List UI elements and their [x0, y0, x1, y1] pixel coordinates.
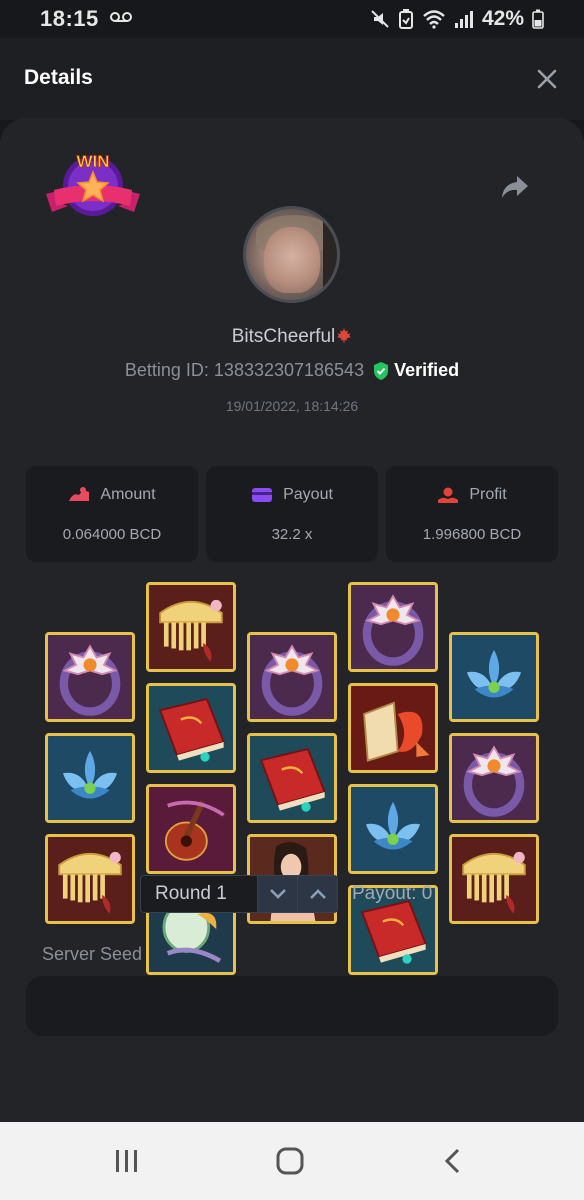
- page-title: Details: [24, 66, 93, 89]
- slot-symbol-ring: [449, 733, 539, 823]
- battery-saver-icon: [398, 9, 413, 29]
- betting-id: Betting ID: 138332307186543: [124, 360, 365, 380]
- slot-symbol-fish-scroll: [348, 683, 438, 773]
- slot-symbol-comb: [449, 834, 539, 924]
- slot-symbol-lotus: [348, 784, 438, 874]
- mute-icon: [371, 10, 389, 28]
- slot-symbol-comb: [45, 834, 135, 924]
- slot-symbol-ring: [247, 632, 337, 722]
- maple-leaf-icon: [337, 328, 352, 343]
- betting-id-row: Betting ID: 138332307186543 Verified: [0, 360, 584, 381]
- battery-icon: [532, 9, 544, 29]
- chevron-up-icon: [309, 889, 326, 899]
- round-label[interactable]: Round 1: [141, 876, 257, 912]
- status-bar: 18:15 42%: [0, 0, 584, 38]
- win-badge-text: WIN: [76, 152, 109, 171]
- share-icon[interactable]: [500, 174, 530, 200]
- slot-symbol-ring: [348, 582, 438, 672]
- recent-apps-icon[interactable]: [110, 1146, 144, 1176]
- slot-symbol-comb: [146, 582, 236, 672]
- round-payout: Payout: 0: [352, 883, 433, 904]
- round-prev-button[interactable]: [297, 876, 337, 912]
- slot-symbol-book: [146, 683, 236, 773]
- close-icon[interactable]: [536, 68, 558, 90]
- slot-symbol-book: [247, 733, 337, 823]
- signal-icon: [454, 11, 473, 28]
- wifi-icon: [423, 10, 445, 29]
- back-icon[interactable]: [436, 1146, 470, 1176]
- bet-timestamp: 19/01/2022, 18:14:26: [225, 398, 359, 414]
- slot-grid: [0, 462, 584, 975]
- round-next-button[interactable]: [257, 876, 297, 912]
- avatar: [243, 206, 340, 303]
- slot-symbol-lotus: [449, 632, 539, 722]
- chevron-down-icon: [269, 889, 286, 899]
- verified-badge: Verified: [372, 360, 459, 381]
- status-time: 18:15: [40, 6, 99, 31]
- voicemail-icon: [110, 12, 132, 22]
- details-header: Details: [0, 38, 584, 120]
- shield-check-icon: [374, 361, 389, 380]
- slot-symbol-lute: [146, 784, 236, 874]
- battery-percent: 42%: [481, 7, 524, 30]
- server-seed-label: Server Seed: [42, 944, 143, 964]
- system-nav-bar: [0, 1122, 584, 1200]
- win-badge-icon: WIN: [46, 152, 140, 216]
- slot-symbol-lotus: [45, 733, 135, 823]
- username[interactable]: BitsCheerful: [0, 326, 584, 348]
- slot-symbol-ring: [45, 632, 135, 722]
- server-seed-field[interactable]: [26, 976, 558, 1036]
- round-selector: Round 1: [140, 875, 338, 913]
- home-icon[interactable]: [273, 1146, 307, 1176]
